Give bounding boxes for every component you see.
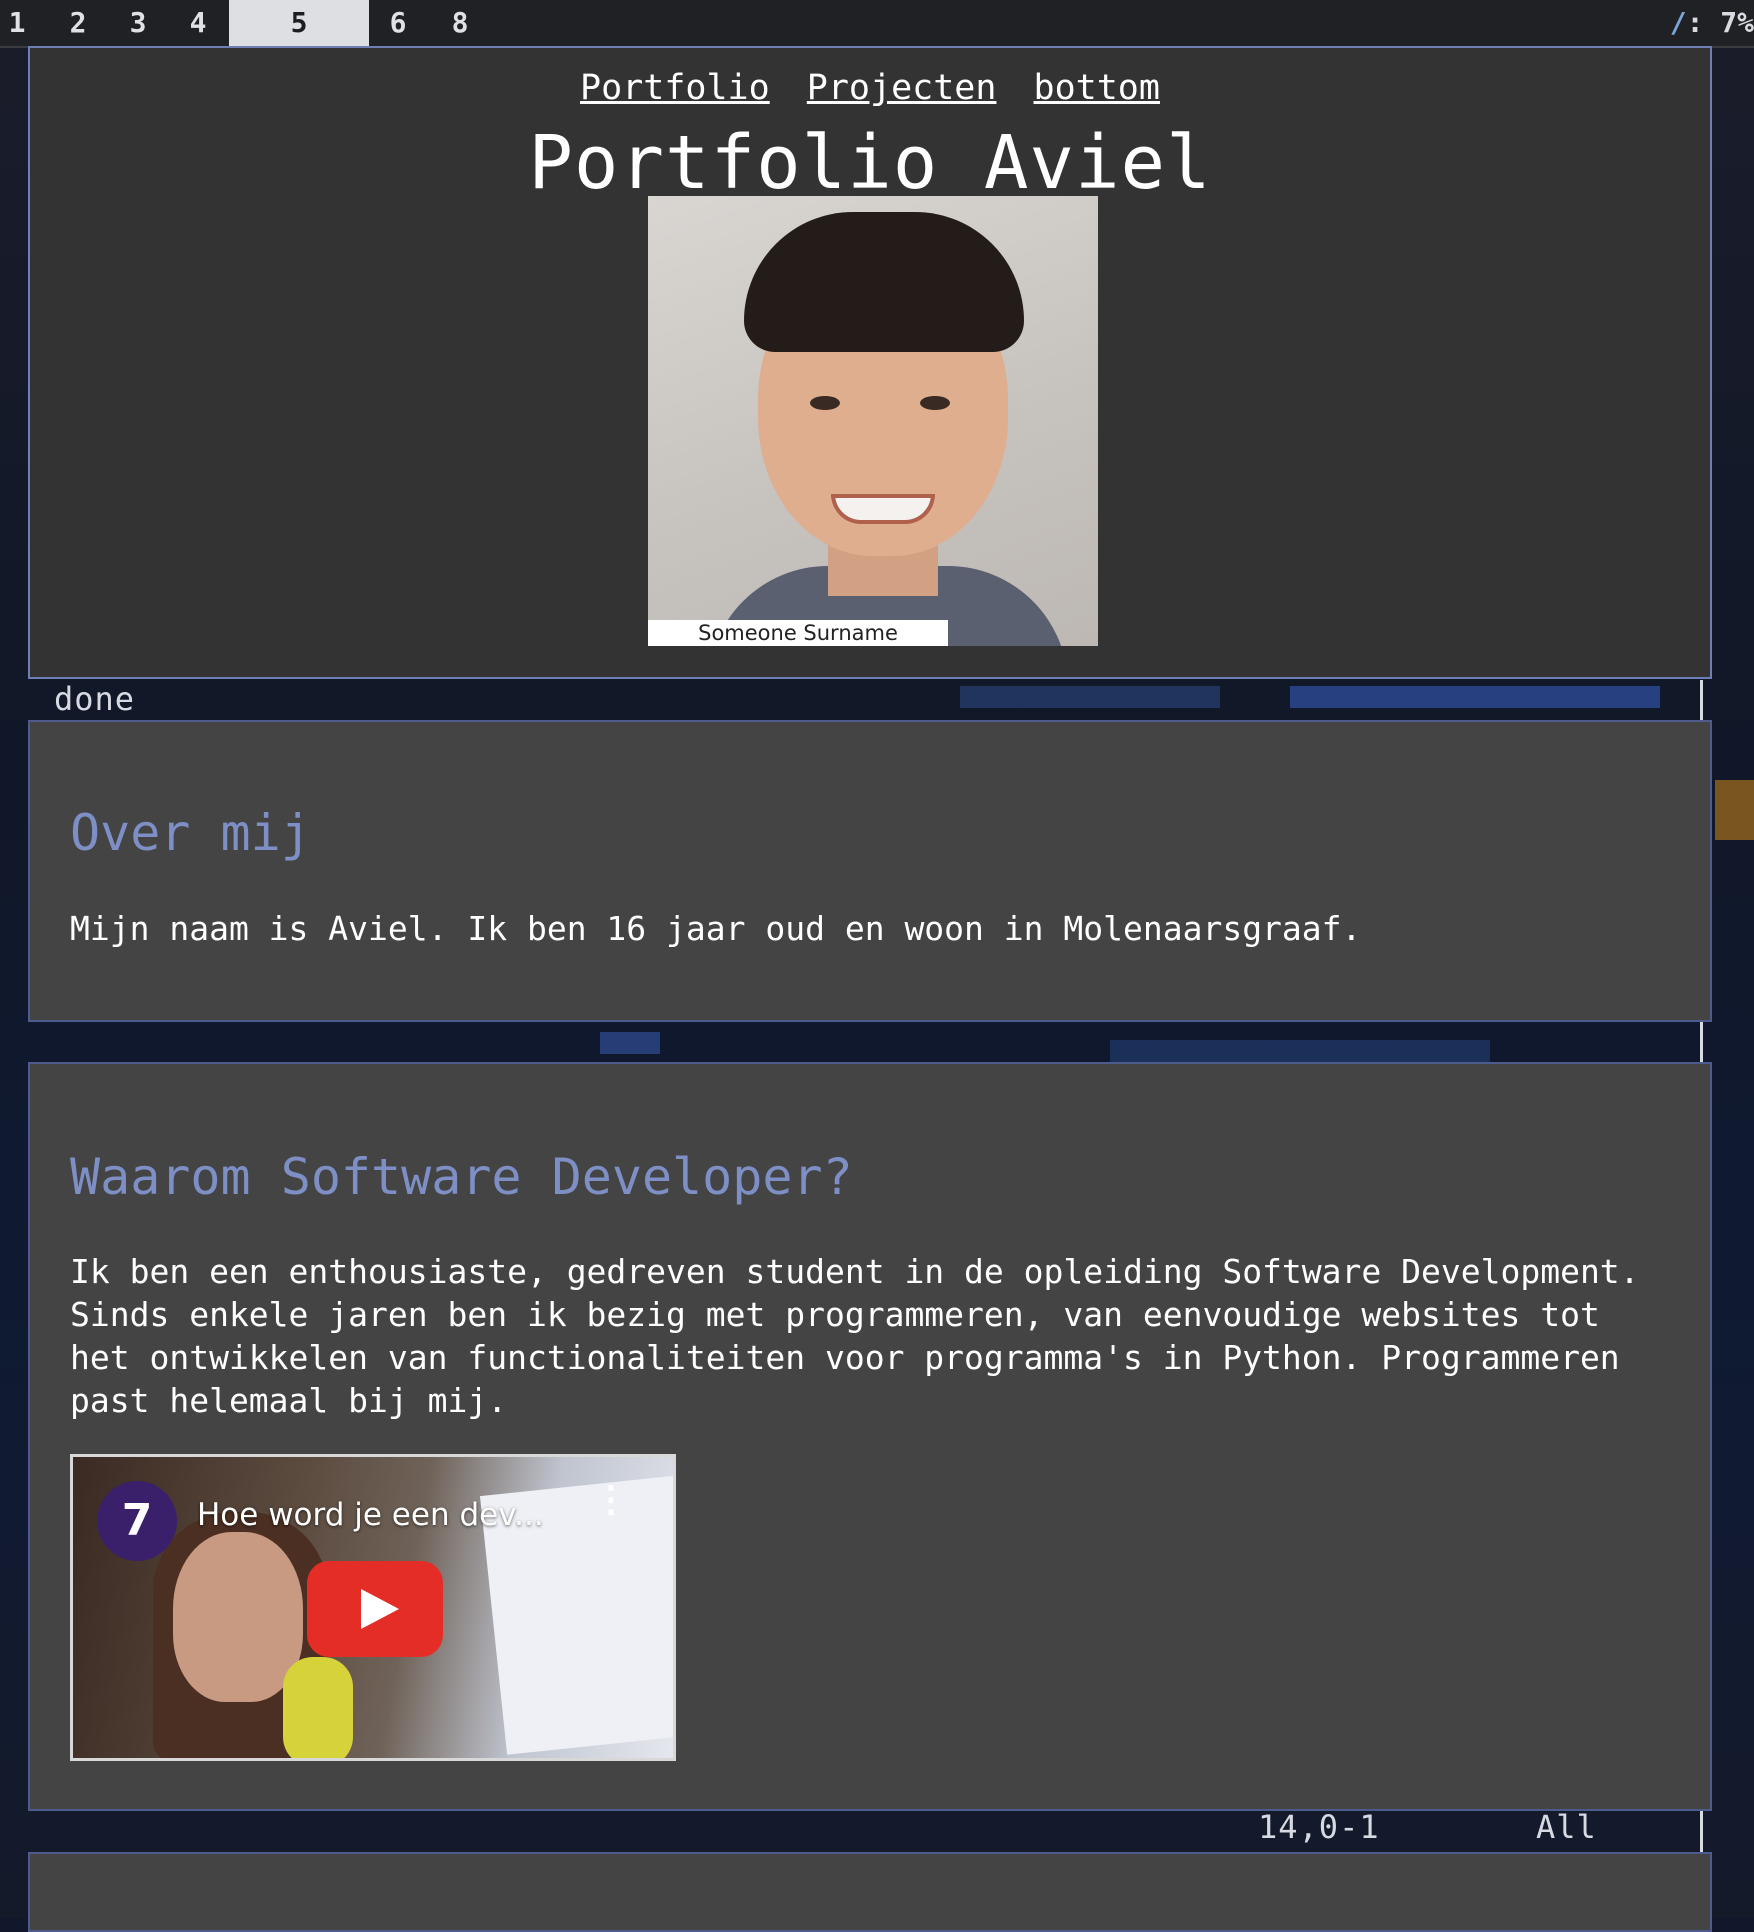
- terminal-cursor-position: 14,0-1: [1258, 1808, 1380, 1846]
- terminal-border: [1700, 1022, 1703, 1062]
- background-decoration: [1715, 780, 1754, 840]
- workspace-tab-1[interactable]: 1: [0, 0, 34, 46]
- video-microphone: [283, 1657, 353, 1758]
- why-section: Waarom Software Developer? Ik ben een en…: [28, 1062, 1712, 1811]
- workspace-tab-3[interactable]: 3: [118, 0, 158, 46]
- workspace-tab-6[interactable]: 6: [378, 0, 418, 46]
- background-decoration: [960, 686, 1220, 708]
- photo-smile: [831, 494, 935, 524]
- background-decoration: [1290, 686, 1660, 708]
- channel-logo-icon[interactable]: 7: [97, 1481, 177, 1561]
- photo-eye-left: [810, 396, 840, 410]
- background-decoration: [1110, 1040, 1490, 1062]
- top-navigation: Portfolio Projecten bottom: [30, 68, 1710, 108]
- terminal-scroll-indicator: All: [1536, 1808, 1597, 1846]
- video-person: [173, 1532, 303, 1702]
- photo-hair: [744, 212, 1024, 352]
- youtube-video-embed[interactable]: 7 Hoe word je een dev... ⋮: [70, 1454, 676, 1761]
- video-title[interactable]: Hoe word je een dev...: [197, 1497, 557, 1533]
- status-percent: : 7%: [1686, 6, 1754, 39]
- nav-link-projecten[interactable]: Projecten: [807, 68, 997, 108]
- terminal-border: [1700, 1811, 1703, 1852]
- about-section: Over mij Mijn naam is Aviel. Ik ben 16 j…: [28, 720, 1712, 1022]
- workspace-tab-8[interactable]: 8: [440, 0, 480, 46]
- header-panel: Portfolio Projecten bottom Portfolio Avi…: [28, 46, 1712, 679]
- workspace-tab-5-active[interactable]: 5: [229, 0, 369, 46]
- why-text: Ik ben een enthousiaste, gedreven studen…: [70, 1252, 1640, 1420]
- nav-link-portfolio[interactable]: Portfolio: [580, 68, 770, 108]
- workspace-bar: 1 2 3 4 5 6 8 /: 7%: [0, 0, 1754, 48]
- about-text: Mijn naam is Aviel. Ik ben 16 jaar oud e…: [70, 909, 1362, 948]
- page-title: Portfolio Aviel: [528, 120, 1212, 206]
- terminal-done-text: done: [54, 680, 136, 718]
- workspace-tab-2[interactable]: 2: [58, 0, 98, 46]
- photo-caption: Someone Surname: [648, 620, 948, 646]
- profile-photo: Someone Surname: [648, 196, 1098, 646]
- background-decoration: [600, 1032, 660, 1054]
- photo-eye-right: [920, 396, 950, 410]
- why-heading: Waarom Software Developer?: [70, 1148, 853, 1206]
- kebab-menu-icon[interactable]: ⋮: [593, 1482, 629, 1518]
- terminal-border: [1700, 680, 1703, 722]
- status-indicator: /: 7%: [1670, 0, 1754, 46]
- nav-link-bottom[interactable]: bottom: [1034, 68, 1160, 108]
- play-icon[interactable]: [307, 1561, 443, 1657]
- next-section: [28, 1852, 1712, 1932]
- about-heading: Over mij: [70, 804, 311, 862]
- status-slash: /: [1669, 6, 1687, 39]
- workspace-tab-4[interactable]: 4: [178, 0, 218, 46]
